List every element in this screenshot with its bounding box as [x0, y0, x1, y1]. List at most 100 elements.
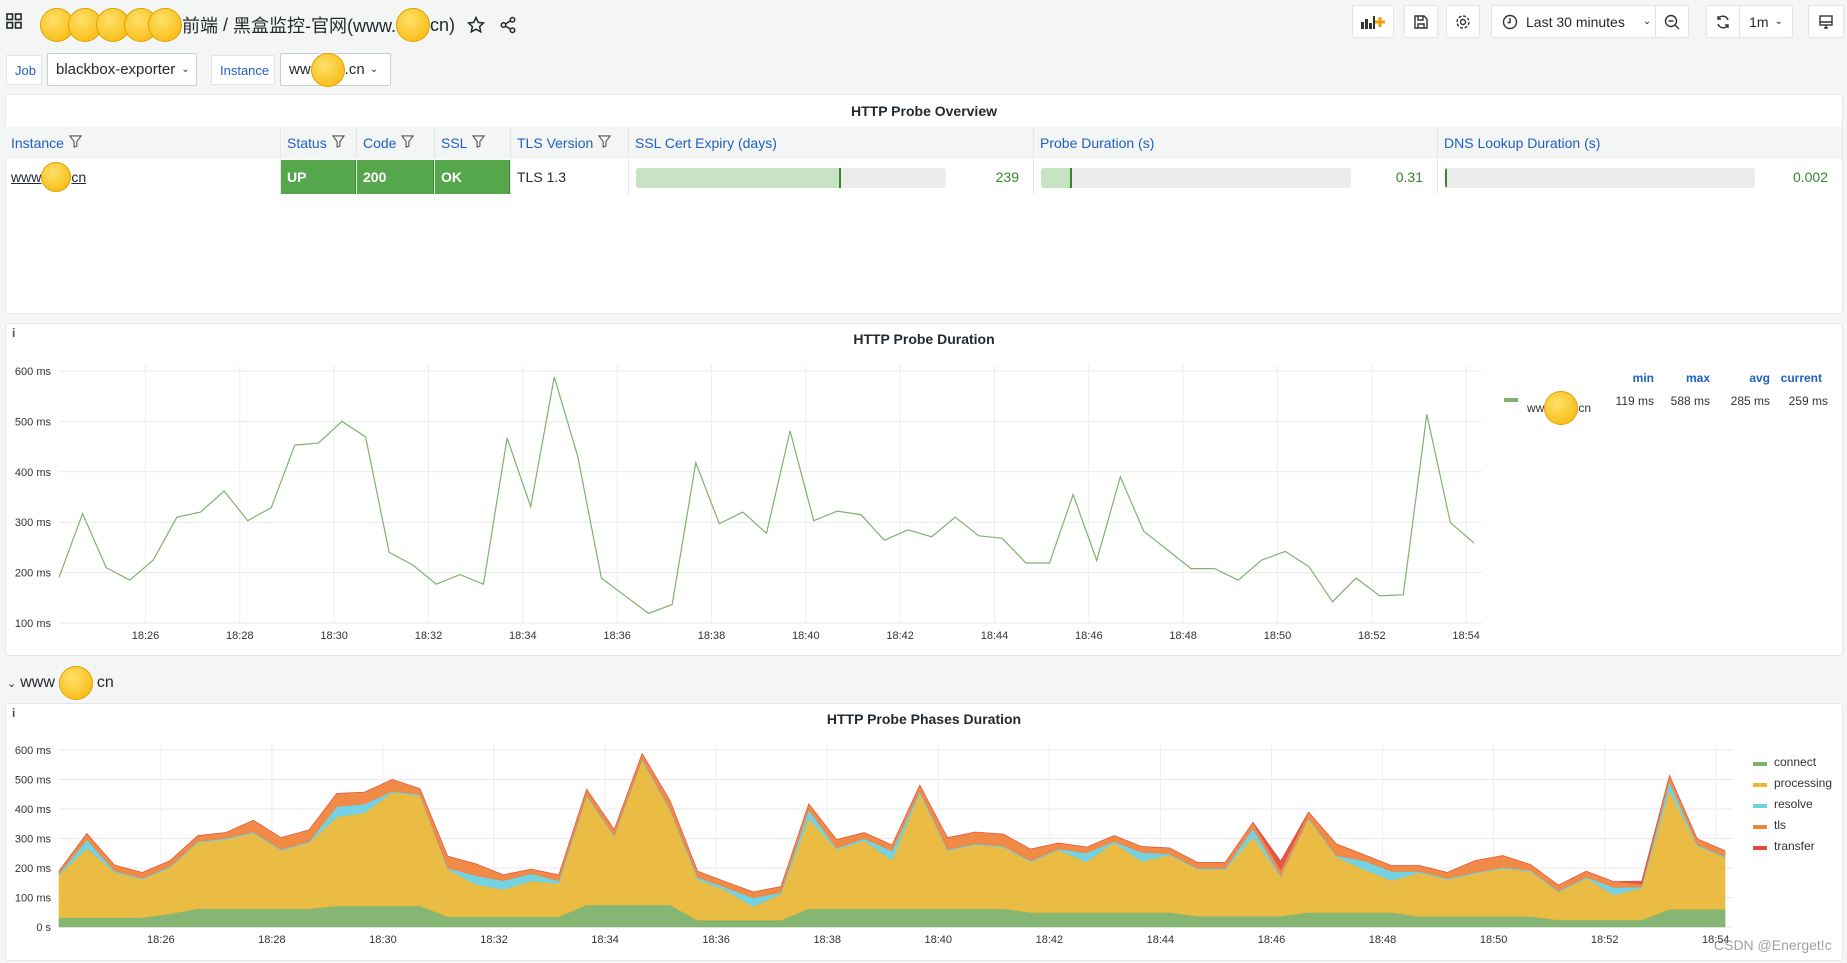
instance-link[interactable]: www cn [5, 160, 280, 194]
redaction-emoji [58, 666, 93, 700]
probe-duration-chart[interactable]: 100 ms 200 ms 300 ms 400 ms 500 ms 600 ms 18:2… [0, 323, 1847, 656]
instance-suffix: cn [71, 169, 87, 185]
y-tick-label: 100 ms [15, 893, 52, 905]
x-tick-label: 18:42 [886, 630, 914, 642]
dns-lookup-gauge [1445, 168, 1755, 188]
tv-mode-icon [1819, 14, 1833, 29]
time-range-picker[interactable]: Last 30 minutes ⌄ [1491, 5, 1656, 38]
y-tick-label: 200 ms [15, 568, 52, 580]
x-tick-label: 18:54 [1452, 630, 1480, 642]
star-icon[interactable] [467, 16, 486, 34]
column-header-status[interactable]: Status [280, 127, 356, 159]
dashboard-title[interactable]: 前端 / 黑盒监控-官网(www. cn) [40, 8, 517, 42]
row-header[interactable]: ⌄ www cn [7, 666, 114, 700]
dns-lookup-cell: 0.002 [1437, 160, 1842, 194]
ssl-cert-expiry-cell: 239 [628, 160, 1033, 194]
instance-select[interactable]: ww .cn ⌄ [280, 52, 391, 87]
refresh-interval-label: 1m [1749, 13, 1769, 30]
column-label: Probe Duration (s) [1040, 135, 1155, 151]
x-tick-label: 18:40 [792, 630, 820, 642]
filter-icon[interactable] [331, 135, 345, 151]
legend-series-suffix: cn [1578, 401, 1592, 415]
clock-icon [1502, 14, 1518, 29]
x-tick-label: 18:36 [603, 630, 631, 642]
column-header-code[interactable]: Code [356, 127, 434, 159]
probe-duration-cell: 0.31 [1033, 160, 1437, 194]
chevron-down-icon: ⌄ [1642, 16, 1652, 27]
legend-item-connect[interactable]: connect [1774, 755, 1816, 769]
legend-value-current: 259 ms [1788, 394, 1828, 408]
chevron-down-icon: ⌄ [369, 64, 379, 75]
x-tick-label: 18:28 [226, 630, 254, 642]
title-folder[interactable]: 前端 [182, 12, 218, 38]
y-tick-label: 300 ms [15, 834, 52, 846]
column-header-ssl-cert-expiry[interactable]: SSL Cert Expiry (days) [628, 127, 1033, 159]
redaction-emoji [1544, 391, 1579, 425]
job-select[interactable]: blackbox-exporter ⌄ [47, 53, 197, 86]
filter-icon[interactable] [472, 135, 486, 151]
column-header-instance[interactable]: Instance [5, 127, 280, 159]
x-tick-label: 18:44 [981, 630, 1009, 642]
probe-duration-value: 0.31 [1395, 169, 1423, 185]
column-label: SSL [441, 135, 468, 151]
legend-swatch [1753, 825, 1767, 829]
y-tick-label: 0 s [36, 922, 51, 934]
legend-item-tls[interactable]: tls [1774, 818, 1786, 832]
x-tick-label: 18:30 [320, 630, 348, 642]
x-tick-label: 18:34 [591, 934, 619, 946]
legend-item-resolve[interactable]: resolve [1774, 797, 1813, 811]
probe-phases-chart[interactable]: 0 s 100 ms 200 ms 300 ms 400 ms 500 ms 600 ms 1… [0, 703, 1847, 961]
status-cell: UP [280, 160, 356, 194]
save-button[interactable] [1404, 5, 1438, 38]
column-label: Status [287, 135, 327, 151]
share-icon[interactable] [499, 16, 517, 34]
zoom-out-button[interactable] [1655, 5, 1689, 38]
column-label: DNS Lookup Duration (s) [1444, 135, 1601, 151]
refresh-interval-picker[interactable]: 1m ⌄ [1739, 5, 1793, 38]
gauge-fill [1445, 168, 1447, 188]
column-label: Instance [11, 135, 64, 151]
title-main: 黑盒监控-官网(www. [233, 16, 397, 36]
legend-series[interactable]: ww cn [1527, 391, 1591, 425]
legend-item-processing[interactable]: processing [1774, 776, 1832, 790]
settings-button[interactable] [1446, 5, 1480, 38]
x-tick-label: 18:36 [702, 934, 730, 946]
filter-icon[interactable] [68, 135, 83, 151]
filter-icon[interactable] [598, 135, 612, 151]
instance-prefix: www [11, 169, 42, 185]
settings-icon [1456, 14, 1470, 29]
column-header-probe-duration[interactable]: Probe Duration (s) [1033, 127, 1437, 159]
watermark: CSDN @Energet!c [1714, 937, 1832, 953]
column-header-ssl[interactable]: SSL [434, 127, 510, 159]
x-tick-label: 18:34 [509, 630, 537, 642]
tls-version-cell: TLS 1.3 [510, 160, 628, 194]
legend-item-transfer[interactable]: transfer [1774, 839, 1815, 853]
panel-title[interactable]: HTTP Probe Overview [5, 103, 1843, 119]
tv-mode-button[interactable] [1808, 5, 1844, 38]
legend-swatch [1753, 783, 1767, 787]
apps-icon[interactable] [6, 13, 22, 29]
y-tick-label: 500 ms [15, 416, 52, 428]
column-header-dns-lookup[interactable]: DNS Lookup Duration (s) [1437, 127, 1842, 159]
column-header-tls-version[interactable]: TLS Version [510, 127, 628, 159]
x-tick-label: 18:44 [1147, 934, 1175, 946]
x-tick-label: 18:40 [925, 934, 953, 946]
legend-swatch [1753, 762, 1767, 766]
ssl-cell: OK [434, 160, 510, 194]
redaction-emoji [41, 162, 72, 192]
legend-header-current[interactable]: current [1750, 371, 1822, 385]
row-title-prefix: www [20, 674, 55, 691]
y-tick-label: 600 ms [15, 745, 52, 757]
title-suffix: cn) [430, 14, 456, 35]
instance-value-suffix: .cn [344, 61, 365, 78]
column-label: SSL Cert Expiry (days) [635, 135, 777, 151]
refresh-button[interactable] [1706, 5, 1740, 38]
x-tick-label: 18:52 [1358, 630, 1386, 642]
add-panel-button[interactable] [1352, 5, 1394, 38]
chevron-down-icon: ⌄ [181, 64, 190, 75]
filter-icon[interactable] [401, 135, 415, 151]
x-tick-label: 18:26 [147, 934, 175, 946]
legend-series-prefix: ww [1527, 401, 1545, 415]
legend-swatch [1753, 804, 1767, 808]
series-line [58, 376, 1475, 615]
